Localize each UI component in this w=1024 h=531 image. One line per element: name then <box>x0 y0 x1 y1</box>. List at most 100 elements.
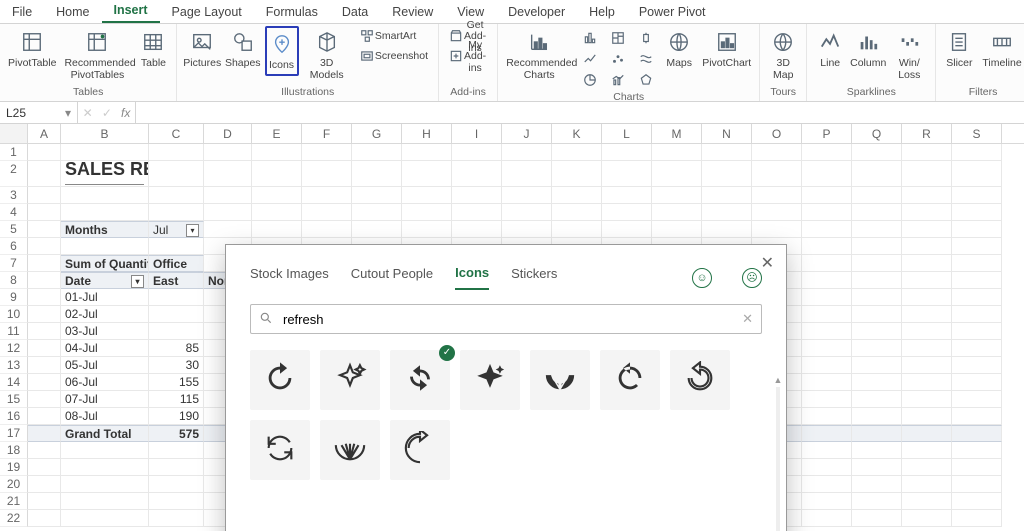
row-header[interactable]: 4 <box>0 204 28 221</box>
cell[interactable]: Months <box>61 221 149 238</box>
column-header[interactable]: F <box>302 124 352 143</box>
cell[interactable] <box>28 272 61 289</box>
ribbon-tab-file[interactable]: File <box>0 1 44 23</box>
enter-fx-icon[interactable]: ✓ <box>102 106 112 120</box>
icon-option-sparkle[interactable] <box>320 350 380 410</box>
column-header[interactable]: E <box>252 124 302 143</box>
search-input[interactable] <box>281 311 734 328</box>
cell[interactable] <box>952 187 1002 204</box>
row-header[interactable]: 9 <box>0 289 28 306</box>
cell[interactable] <box>28 357 61 374</box>
cell[interactable] <box>502 144 552 161</box>
cell[interactable] <box>902 493 952 510</box>
cell[interactable] <box>802 476 852 493</box>
cell[interactable] <box>149 187 204 204</box>
cell[interactable] <box>802 357 852 374</box>
ribbon-tab-insert[interactable]: Insert <box>102 0 160 23</box>
cell[interactable]: 01-Jul <box>61 289 149 306</box>
cell[interactable] <box>61 476 149 493</box>
cell[interactable] <box>149 204 204 221</box>
column-header[interactable]: L <box>602 124 652 143</box>
cell[interactable] <box>802 323 852 340</box>
cell[interactable] <box>902 459 952 476</box>
cell[interactable] <box>302 204 352 221</box>
row-header[interactable]: 18 <box>0 442 28 459</box>
row-header[interactable]: 5 <box>0 221 28 238</box>
cell[interactable] <box>852 289 902 306</box>
row-header[interactable]: 21 <box>0 493 28 510</box>
feedback-happy-icon[interactable]: ☺ <box>692 268 712 288</box>
cell[interactable] <box>204 144 252 161</box>
cell[interactable] <box>852 306 902 323</box>
pictures-button[interactable]: Pictures <box>183 26 221 72</box>
cell[interactable] <box>802 425 852 442</box>
cell[interactable]: 575 <box>149 425 204 442</box>
dialog-scrollbar[interactable]: ▲▼ <box>774 375 782 531</box>
cell[interactable] <box>28 374 61 391</box>
icon-option-fan[interactable] <box>530 350 590 410</box>
row-header[interactable]: 22 <box>0 510 28 527</box>
row-header[interactable]: 8 <box>0 272 28 289</box>
cell[interactable] <box>802 340 852 357</box>
cell[interactable] <box>802 306 852 323</box>
cell[interactable]: 04-Jul <box>61 340 149 357</box>
cell[interactable] <box>902 425 952 442</box>
chart-hierarchy-button[interactable] <box>606 28 630 48</box>
cell[interactable] <box>802 238 852 255</box>
cell[interactable]: Sum of Quantity <box>61 255 149 272</box>
row-header[interactable]: 10 <box>0 306 28 323</box>
cell[interactable] <box>952 374 1002 391</box>
icon-option-cw-thin[interactable] <box>390 420 450 480</box>
icon-option-sparkle-filled[interactable] <box>460 350 520 410</box>
row-header[interactable]: 13 <box>0 357 28 374</box>
cell[interactable] <box>402 144 452 161</box>
pivottable-button[interactable]: PivotTable <box>6 26 58 72</box>
cell[interactable] <box>502 187 552 204</box>
cell[interactable] <box>852 187 902 204</box>
cell[interactable] <box>552 144 602 161</box>
cell[interactable] <box>252 144 302 161</box>
cell[interactable] <box>902 255 952 272</box>
cell[interactable] <box>852 391 902 408</box>
cell[interactable] <box>61 204 149 221</box>
cell[interactable] <box>252 161 302 187</box>
column-header[interactable]: C <box>149 124 204 143</box>
cell[interactable] <box>852 272 902 289</box>
cell[interactable] <box>952 425 1002 442</box>
search-box[interactable]: ✕ <box>250 304 762 334</box>
cell[interactable] <box>902 476 952 493</box>
cell[interactable] <box>61 238 149 255</box>
name-box[interactable]: L25▾ <box>0 102 78 123</box>
cell[interactable] <box>802 289 852 306</box>
cell[interactable] <box>28 238 61 255</box>
cell[interactable] <box>802 272 852 289</box>
cell[interactable]: 85 <box>149 340 204 357</box>
cell[interactable] <box>902 442 952 459</box>
cell[interactable] <box>952 391 1002 408</box>
chart-pie-button[interactable] <box>578 70 602 90</box>
cell[interactable] <box>452 221 502 238</box>
cell[interactable] <box>452 161 502 187</box>
cell[interactable] <box>852 340 902 357</box>
cell[interactable] <box>952 204 1002 221</box>
ribbon-tab-page-layout[interactable]: Page Layout <box>160 1 254 23</box>
cell[interactable] <box>28 476 61 493</box>
cell[interactable] <box>149 161 204 187</box>
chart-stat-button[interactable] <box>634 28 658 48</box>
my-addins-button[interactable]: My Add-ins <box>445 46 491 66</box>
cell[interactable] <box>902 510 952 527</box>
cell[interactable] <box>204 204 252 221</box>
cell[interactable] <box>502 204 552 221</box>
cell[interactable] <box>952 476 1002 493</box>
sparkline-column-button[interactable]: Column <box>851 26 885 72</box>
feedback-sad-icon[interactable]: ☹ <box>742 268 762 288</box>
cell[interactable] <box>902 391 952 408</box>
cell[interactable] <box>952 442 1002 459</box>
cell[interactable] <box>752 221 802 238</box>
cell[interactable] <box>852 510 902 527</box>
column-header[interactable]: D <box>204 124 252 143</box>
row-header[interactable]: 15 <box>0 391 28 408</box>
column-header[interactable]: H <box>402 124 452 143</box>
maps-button[interactable]: Maps <box>662 26 696 72</box>
cell[interactable] <box>952 144 1002 161</box>
